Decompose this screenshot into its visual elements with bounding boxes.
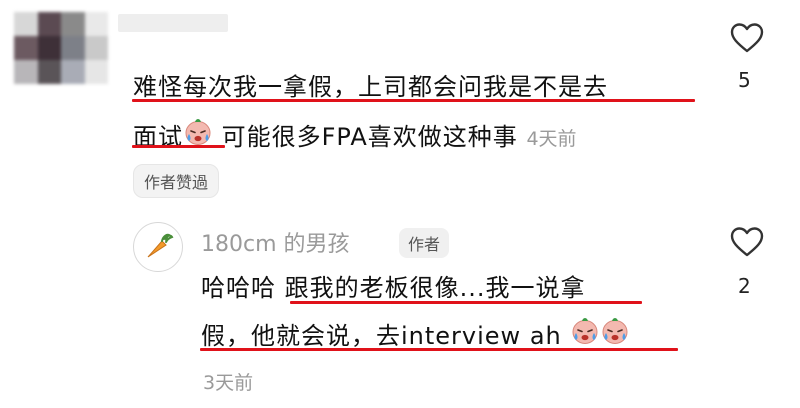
carrot-icon	[147, 233, 174, 258]
crying-face-emoji	[570, 313, 600, 361]
reply-line-1-start: 哈哈哈	[201, 274, 285, 302]
reply-body: 哈哈哈 跟我的老板很像...我一说拿 假，他就会说，去interview ah	[201, 264, 681, 361]
red-underline	[290, 301, 642, 304]
reply-line-1-rest: 跟我的老板很像...我一说拿	[284, 274, 586, 302]
reply-line-2: 假，他就会说，去interview ah	[201, 312, 681, 361]
comment-line-1: 难怪每次我一拿假，上司都会问我是不是去	[133, 73, 608, 101]
like-count: 2	[738, 274, 751, 298]
commenter-avatar-blurred[interactable]	[14, 12, 108, 84]
red-underline	[132, 99, 695, 102]
comment-line-2: 面试 可能很多FPA喜欢做这种事 4天前	[133, 112, 713, 164]
reply-line-1: 哈哈哈 跟我的老板很像...我一说拿	[201, 264, 681, 312]
comment-line-2-rest: 可能很多FPA喜欢做这种事	[213, 123, 518, 151]
crying-face-emoji	[183, 113, 213, 163]
red-underline	[200, 348, 678, 351]
crying-face-emoji	[600, 313, 630, 361]
reply-avatar[interactable]	[133, 222, 183, 272]
comment-body: 难怪每次我一拿假，上司都会问我是不是去 面试 可能很多FPA喜欢做这种事 4天前	[133, 62, 713, 164]
commenter-name-redacted	[118, 14, 228, 32]
heart-outline-icon[interactable]	[729, 22, 765, 58]
red-underline	[132, 145, 225, 148]
author-liked-badge: 作者赞過	[133, 164, 220, 198]
like-count: 5	[738, 68, 751, 92]
reply-username[interactable]: 180cm 的男孩	[201, 226, 350, 258]
comment-timestamp: 4天前	[526, 128, 577, 150]
heart-outline-icon[interactable]	[729, 226, 765, 262]
author-badge: 作者	[399, 228, 450, 258]
reply-line-2-text: 假，他就会说，去interview ah	[201, 322, 562, 350]
reply-timestamp: 3天前	[203, 372, 254, 394]
